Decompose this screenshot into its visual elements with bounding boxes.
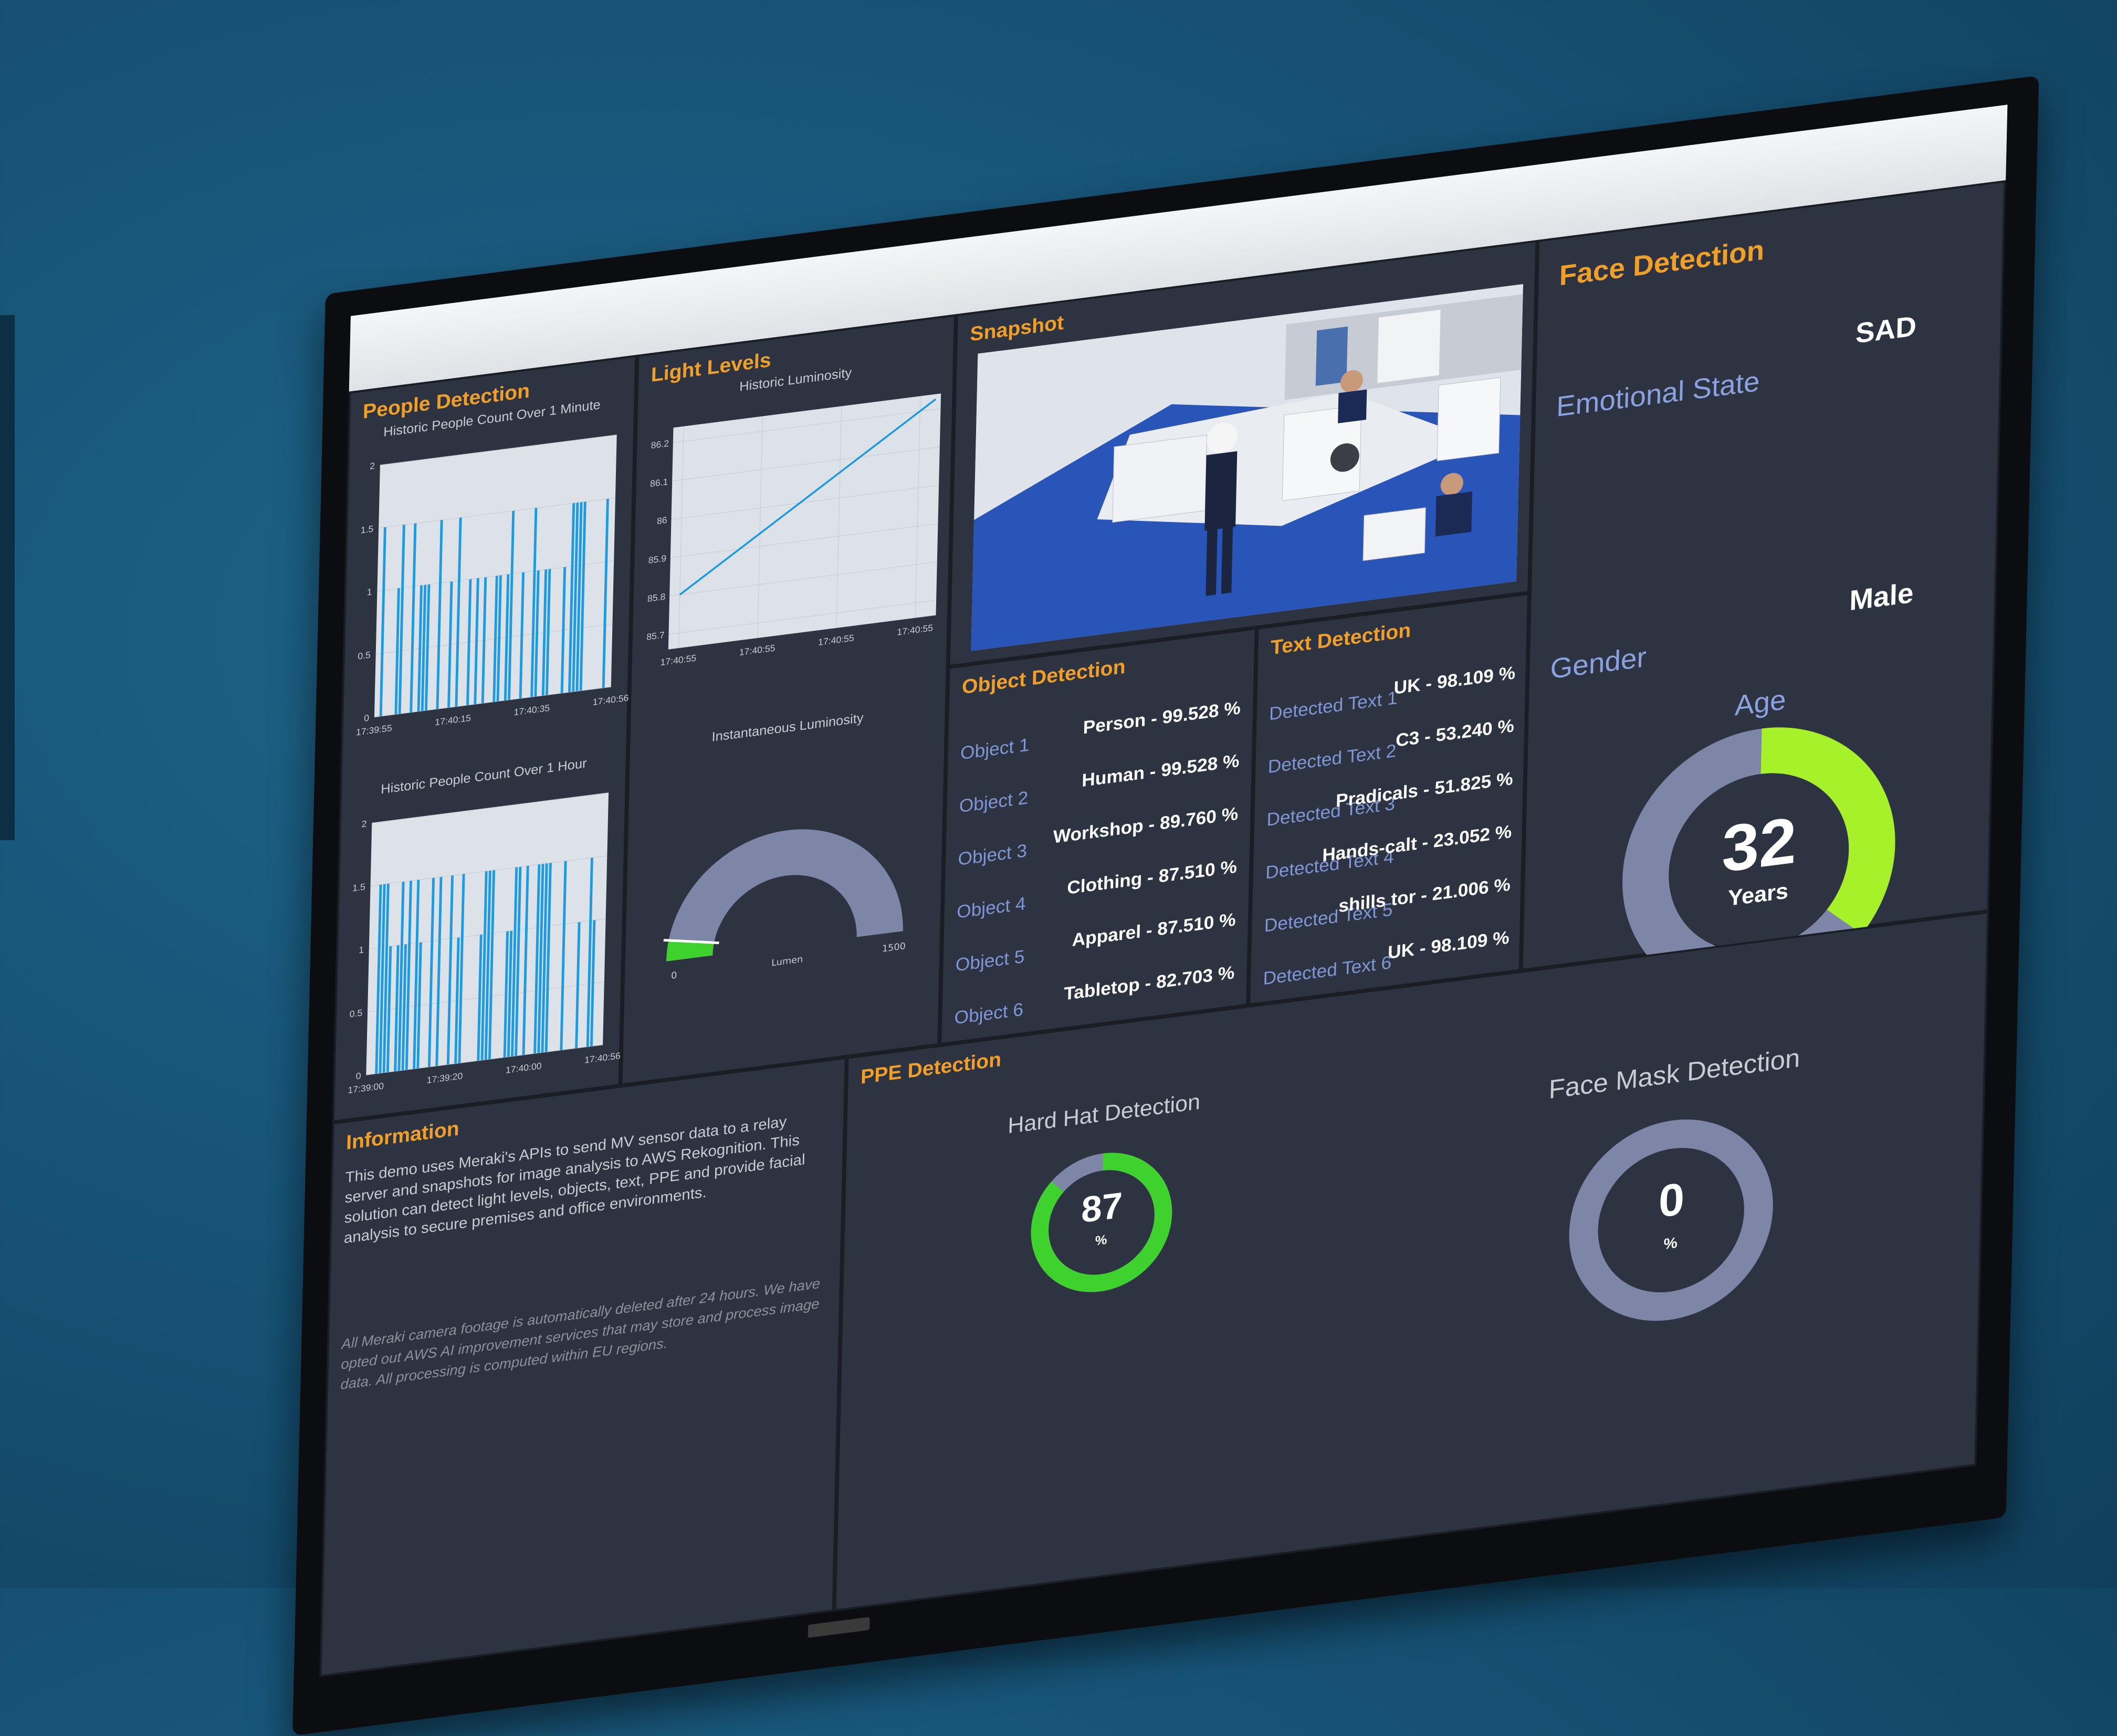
y-tick-label: 85.8: [647, 591, 666, 604]
panel-title: Object Detection: [961, 655, 1126, 699]
x-tick-label: 17:40:55: [739, 643, 775, 657]
row-value: Workshop - 89.760 %: [1053, 802, 1239, 848]
y-tick-label: 0: [355, 1070, 361, 1081]
emotional-state-label: Emotional State: [1556, 364, 1760, 423]
object-detection-panel: Object Detection Object 1 Person - 99.528…: [939, 628, 1257, 1045]
gender-value: Male: [1849, 576, 1914, 616]
people-hour-chart: 2 1.5 1 0.5 017:39:00 17:39:20 17:40:00 17:40:5…: [348, 792, 621, 1095]
emotional-state-value: SAD: [1855, 309, 1917, 350]
row-value: Apparel - 87.510 %: [1072, 908, 1236, 950]
camera-snapshot-image[interactable]: [971, 284, 1524, 651]
row-value: Human - 99.528 %: [1081, 750, 1240, 791]
panel-title: Information: [345, 1117, 460, 1154]
y-tick-label: 85.9: [648, 553, 666, 566]
y-tick-label: 0.5: [358, 650, 371, 662]
row-value: Pradicals - 51.825 %: [1335, 768, 1513, 811]
text-detection-panel: Text Detection Detected Text 1 UK - 98.10…: [1248, 593, 1529, 1006]
row-value: Clothing - 87.510 %: [1066, 855, 1238, 898]
dashboard-screen: People Detection Historic People Count O…: [319, 104, 2008, 1677]
x-tick-label: 17:39:55: [356, 723, 392, 737]
x-tick-label: 17:40:55: [660, 653, 696, 667]
panel-title: Text Detection: [1270, 619, 1411, 660]
x-tick-label: 17:40:15: [435, 713, 471, 727]
x-tick-label: 17:40:35: [513, 703, 550, 717]
gender-label: Gender: [1549, 641, 1647, 685]
x-tick-label: 17:39:00: [348, 1081, 384, 1095]
row-key: Object 2: [959, 787, 1029, 817]
row-key: Detected Text 1: [1269, 687, 1398, 724]
panel-title: Face Detection: [1559, 233, 1765, 292]
x-tick-label: 17:40:56: [593, 693, 629, 707]
wall-edge: [0, 315, 15, 840]
row-key: Object 1: [960, 734, 1030, 764]
y-tick-label: 86.1: [650, 476, 668, 489]
x-tick-label: 17:40:00: [506, 1060, 542, 1075]
x-tick-label: 17:40:55: [818, 633, 854, 647]
row-value: C3 - 53.240 %: [1395, 715, 1515, 751]
y-tick-label: 86: [657, 515, 667, 526]
tv-monitor: People Detection Historic People Count O…: [292, 75, 2039, 1736]
panel-title: PPE Detection: [860, 1048, 1002, 1089]
gauge-track: [666, 829, 903, 961]
row-key: Object 3: [958, 840, 1028, 870]
y-tick-label: 1.5: [361, 524, 374, 536]
row-value: Hands-calt - 23.052 %: [1322, 821, 1512, 866]
people-detection-panel: People Detection Historic People Count O…: [332, 354, 637, 1123]
row-value: Person - 99.528 %: [1083, 697, 1241, 738]
y-tick-label: 86.2: [651, 438, 669, 451]
gauge-min-label: 0: [670, 970, 677, 981]
y-tick-label: 1.5: [352, 881, 365, 893]
row-value: Tabletop - 82.703 %: [1063, 961, 1235, 1005]
row-key: Object 4: [956, 893, 1026, 923]
face-detection-panel: Face Detection Emotional State SAD Gende…: [1521, 180, 2006, 997]
row-value: UK - 98.109 %: [1387, 926, 1510, 963]
x-tick-label: 17:39:20: [426, 1071, 463, 1085]
historic-luminosity-chart: 86.2 86.1 86 85.9 85.8 85.7 17:40:55 17:40:55 17…: [646, 393, 941, 667]
panel-title: Snapshot: [969, 311, 1064, 346]
row-key: Detected Text 2: [1267, 740, 1397, 777]
people-minute-chart: 2 1.5 1 0.5 017:39:55 17:40:15 17:40:35 17:40:5…: [356, 434, 629, 738]
y-tick-label: 1: [359, 944, 364, 955]
x-tick-label: 17:40:56: [584, 1050, 621, 1065]
info-disclaimer: All Meraki camera footage is automatical…: [340, 1275, 821, 1393]
y-tick-label: 2: [370, 461, 375, 472]
hardhat-title: Hard Hat Detection: [1007, 1089, 1201, 1139]
y-tick-label: 0: [364, 713, 370, 724]
row-value: shills tor - 21.006 %: [1338, 873, 1511, 916]
row-key: Detected Text 6: [1263, 951, 1392, 989]
y-tick-label: 1: [367, 587, 372, 598]
row-key: Object 5: [955, 946, 1025, 976]
y-tick-label: 85.7: [646, 630, 665, 642]
chart-plot-area: [668, 393, 941, 650]
x-tick-label: 17:40:55: [897, 622, 933, 637]
information-panel: Information This demo uses Meraki's APIs…: [319, 1057, 847, 1677]
row-key: Object 6: [954, 998, 1024, 1028]
y-tick-label: 0.5: [350, 1007, 363, 1019]
light-levels-panel: Light Levels Historic Luminosity 86.2 86.…: [620, 314, 956, 1086]
y-tick-label: 2: [361, 818, 366, 829]
monitor-logo: [808, 1617, 870, 1638]
face-mask-title: Face Mask Detection: [1548, 1043, 1801, 1105]
row-value: UK - 98.109 %: [1393, 662, 1516, 698]
